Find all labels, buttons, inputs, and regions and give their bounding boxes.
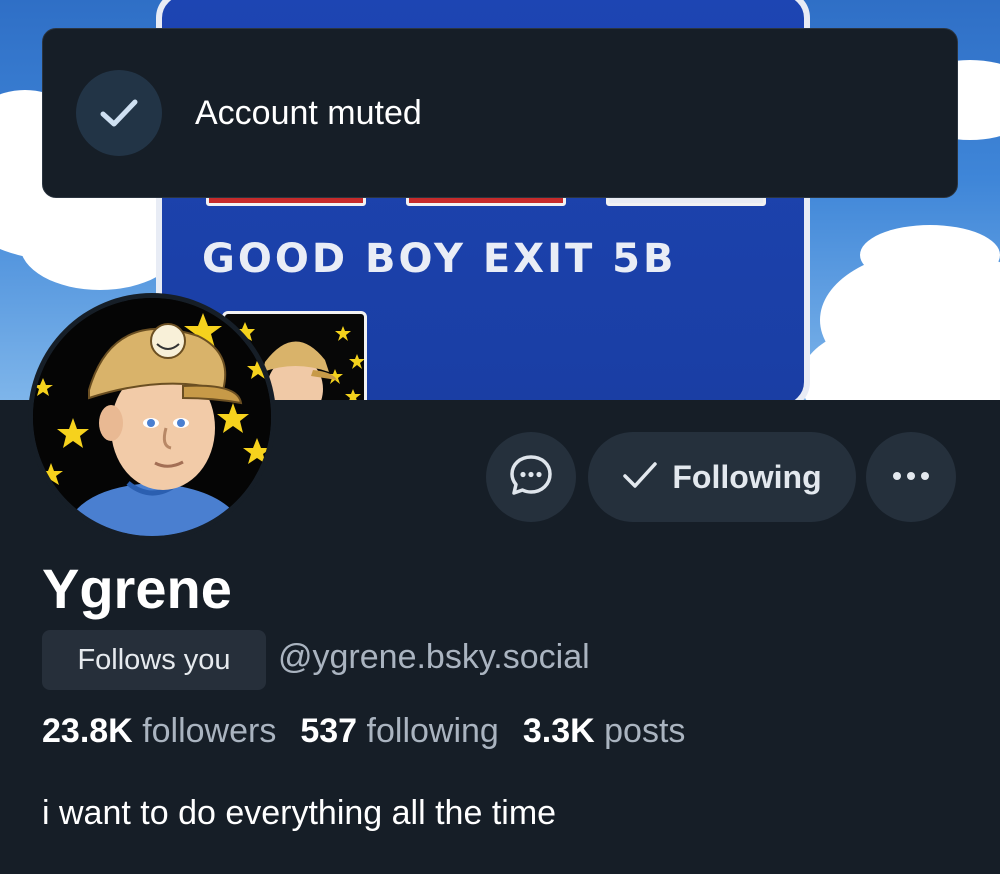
display-name: Ygrene bbox=[42, 557, 232, 620]
followers-count: 23.8K bbox=[42, 712, 133, 750]
following-label: Following bbox=[672, 458, 822, 495]
following-link[interactable]: 537 following bbox=[300, 712, 499, 750]
sign-text: GOOD BOY EXIT 5B bbox=[202, 236, 677, 282]
posts-label: posts bbox=[604, 712, 686, 750]
following-stat-label: following bbox=[366, 712, 499, 750]
toast-notification[interactable]: Account muted bbox=[42, 28, 958, 198]
toast-message: Account muted bbox=[195, 93, 422, 132]
following-count: 537 bbox=[300, 712, 358, 750]
more-options-button[interactable] bbox=[866, 432, 956, 522]
profile-bio: i want to do everything all the time bbox=[42, 794, 557, 832]
posts-stat: 3.3K posts bbox=[523, 712, 686, 750]
cloud bbox=[860, 225, 1000, 285]
profile-stats: 23.8K followers 537 following 3.3K posts bbox=[42, 712, 685, 751]
chat-bubble-icon bbox=[508, 452, 554, 503]
posts-count: 3.3K bbox=[522, 712, 595, 750]
followers-label: followers bbox=[142, 712, 277, 750]
message-button[interactable] bbox=[486, 432, 576, 522]
follows-you-badge: Follows you bbox=[42, 630, 266, 690]
checkmark-icon bbox=[76, 70, 162, 156]
checkmark-icon bbox=[622, 460, 658, 495]
following-button[interactable]: Following bbox=[588, 432, 856, 522]
ellipsis-icon bbox=[891, 468, 931, 486]
user-handle: @ygrene.bsky.social bbox=[278, 638, 590, 676]
avatar[interactable] bbox=[28, 293, 276, 541]
followers-link[interactable]: 23.8K followers bbox=[42, 712, 276, 750]
